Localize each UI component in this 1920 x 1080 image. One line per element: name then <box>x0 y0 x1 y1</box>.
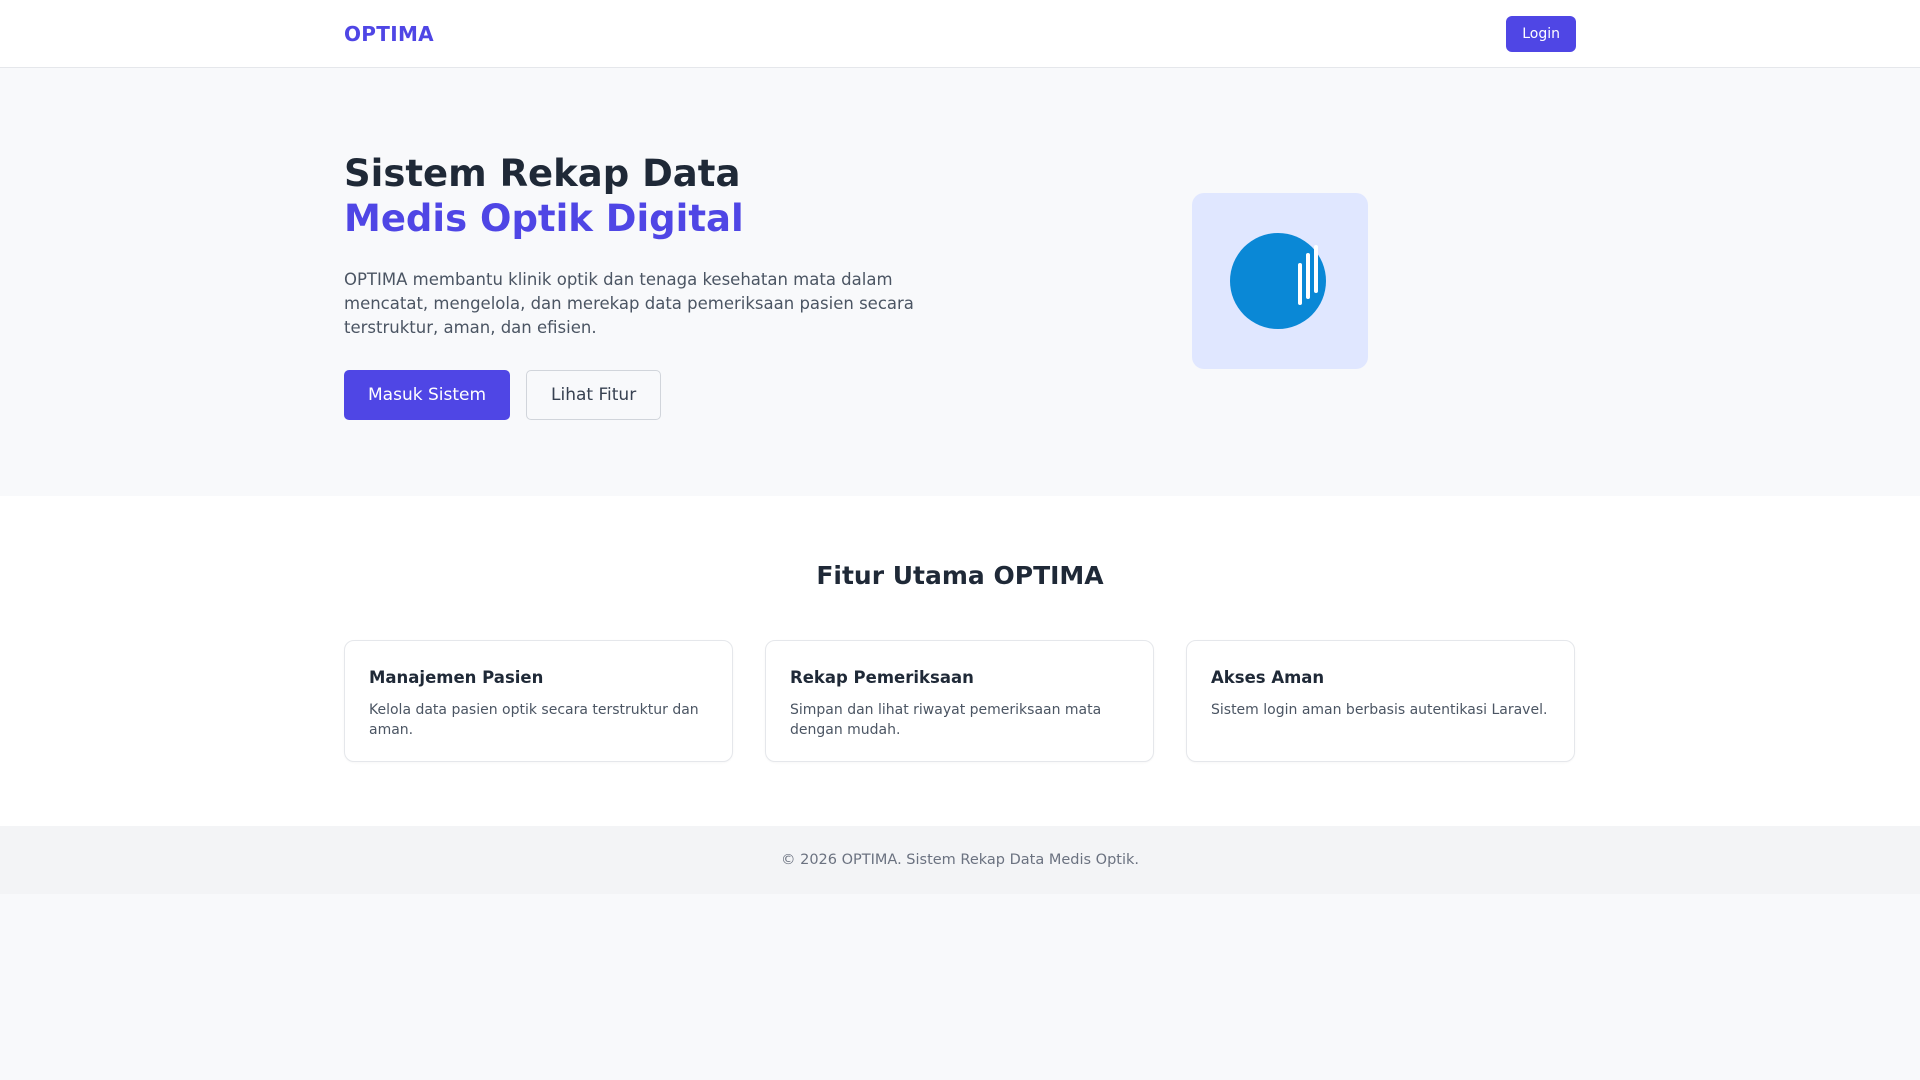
hero-title-line1: Sistem Rekap Data <box>344 152 741 195</box>
navbar: OPTIMA Login <box>0 0 1920 68</box>
lihat-fitur-button[interactable]: Lihat Fitur <box>526 370 662 420</box>
hero-section: Sistem Rekap Data Medis Optik Digital OP… <box>0 68 1920 496</box>
features-section: Fitur Utama OPTIMA Manajemen Pasien Kelo… <box>0 496 1920 826</box>
brand-logo-text[interactable]: OPTIMA <box>344 22 434 46</box>
footer-copyright: © 2026 OPTIMA. Sistem Rekap Data Medis O… <box>780 852 1139 868</box>
hero-description: OPTIMA membantu klinik optik dan tenaga … <box>344 270 914 337</box>
feature-card-description: Sistem login aman berbasis autentikasi L… <box>1211 702 1548 718</box>
hero-title: Sistem Rekap Data Medis Optik Digital <box>344 151 944 241</box>
feature-card-title: Manajemen Pasien <box>369 668 544 687</box>
optima-logo-icon <box>1230 233 1326 329</box>
hero-text: Sistem Rekap Data Medis Optik Digital OP… <box>344 68 944 496</box>
login-button[interactable]: Login <box>1506 16 1576 52</box>
hero-buttons: Masuk Sistem Lihat Fitur <box>344 370 944 420</box>
feature-card-title: Akses Aman <box>1211 668 1325 687</box>
feature-cards: Manajemen Pasien Kelola data pasien opti… <box>344 640 1576 762</box>
hero-title-line2: Medis Optik Digital <box>344 197 744 240</box>
feature-card-description: Simpan dan lihat riwayat pemeriksaan mat… <box>790 702 1102 738</box>
footer: © 2026 OPTIMA. Sistem Rekap Data Medis O… <box>0 826 1920 894</box>
feature-card-manajemen-pasien: Manajemen Pasien Kelola data pasien opti… <box>344 640 733 762</box>
features-title: Fitur Utama OPTIMA <box>816 561 1104 590</box>
masuk-sistem-button[interactable]: Masuk Sistem <box>344 370 511 420</box>
feature-card-rekap-pemeriksaan: Rekap Pemeriksaan Simpan dan lihat riway… <box>765 640 1154 762</box>
feature-card-description: Kelola data pasien optik secara terstruk… <box>369 702 699 738</box>
feature-card-title: Rekap Pemeriksaan <box>790 668 974 687</box>
hero-logo-box <box>1192 193 1368 369</box>
feature-card-akses-aman: Akses Aman Sistem login aman berbasis au… <box>1186 640 1575 762</box>
